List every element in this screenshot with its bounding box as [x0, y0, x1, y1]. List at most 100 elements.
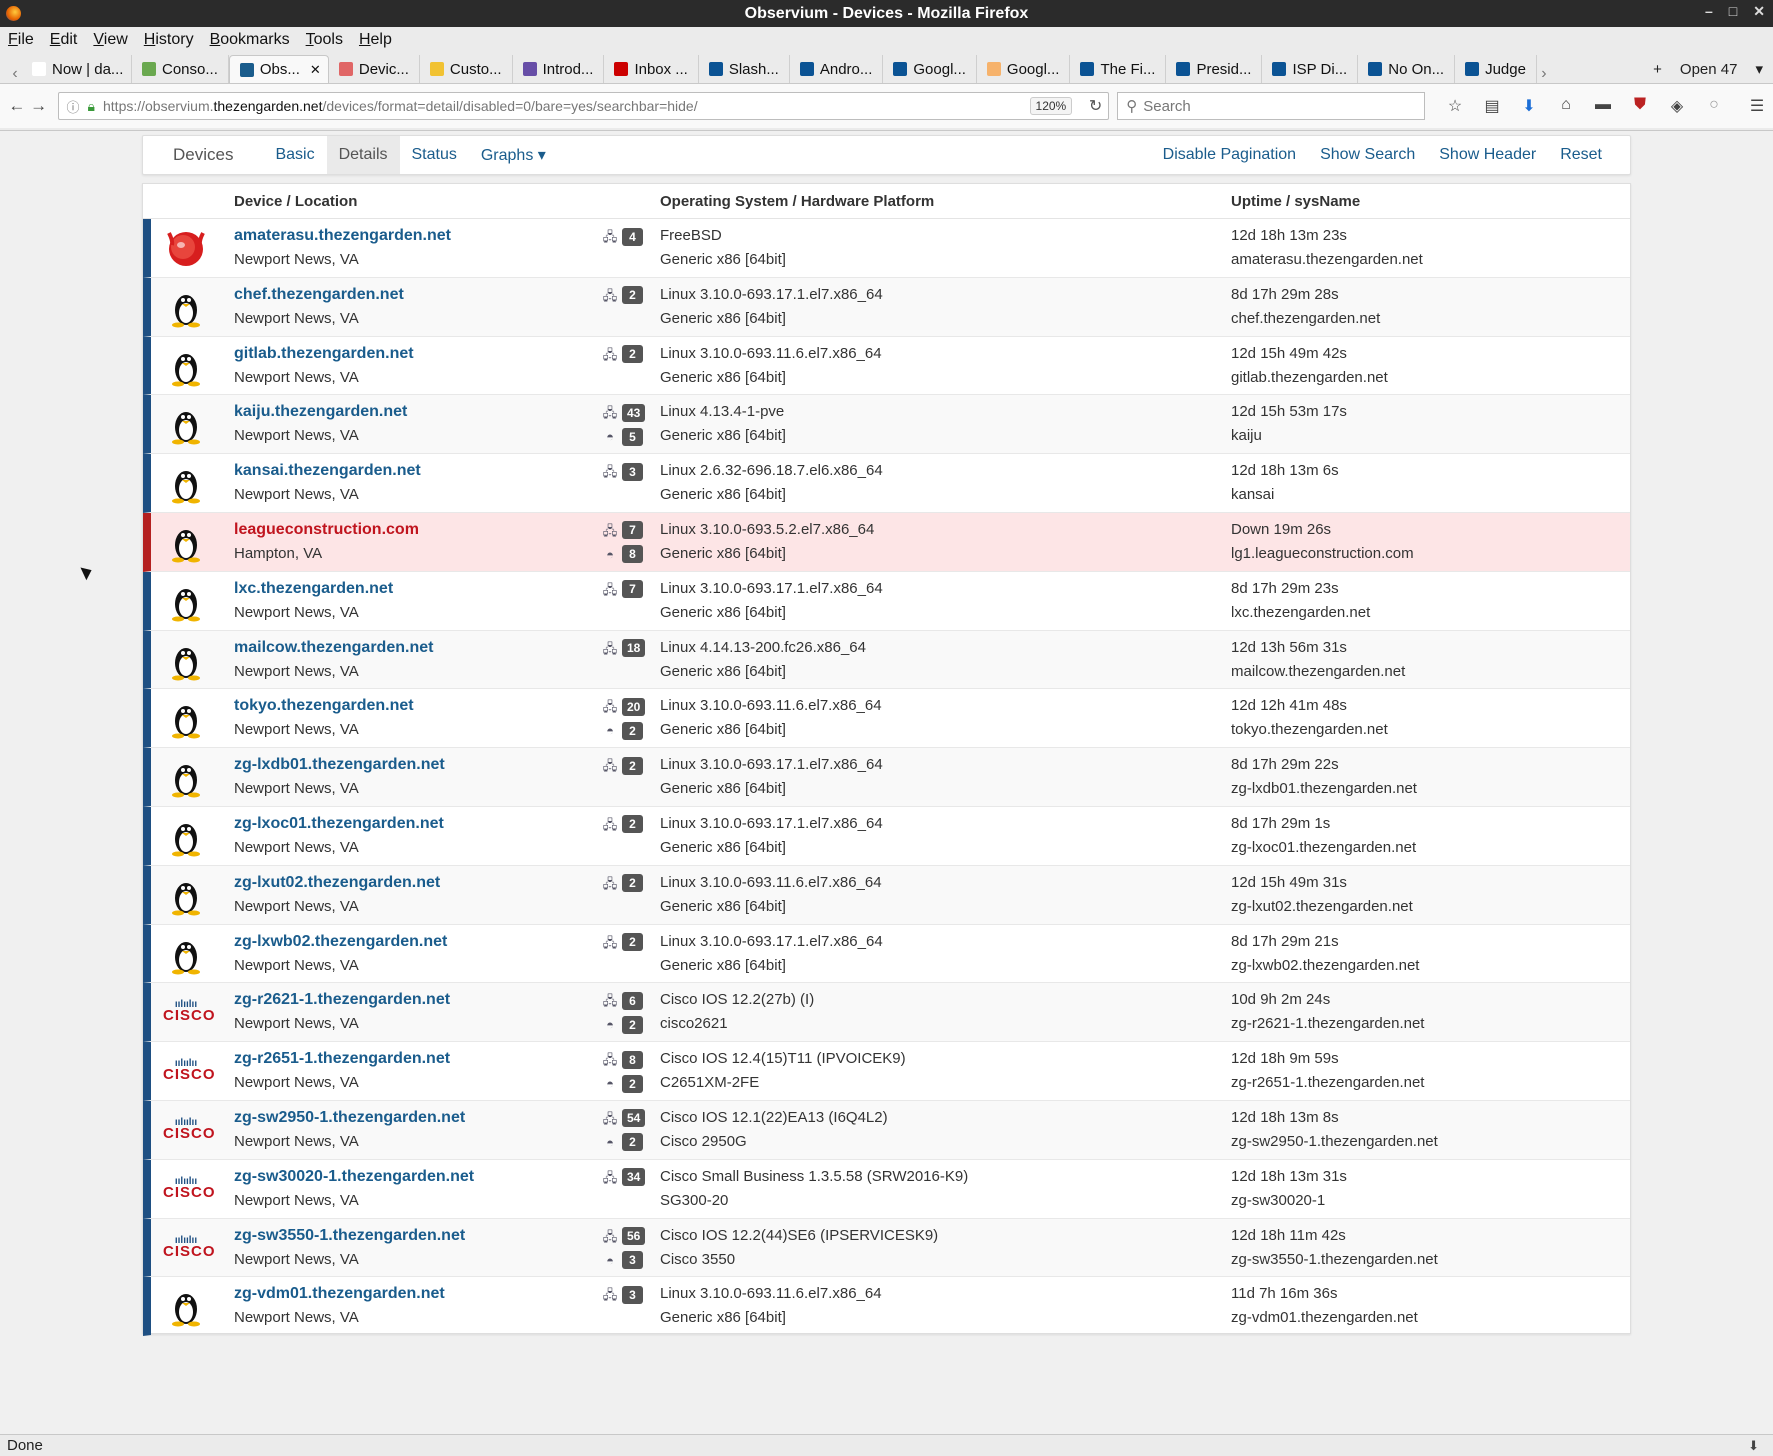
device-hostname-link[interactable]: zg-r2621-1.thezengarden.net [234, 991, 450, 1009]
menu-file[interactable]: File [8, 31, 34, 49]
ports-count[interactable]: 🖧︎ 20 [602, 696, 646, 717]
bookmark-star-icon[interactable]: ☆ [1445, 96, 1465, 116]
tab-scroll-right-icon[interactable]: › [1537, 65, 1551, 83]
table-row[interactable]: zg-lxwb02.thezengarden.net Newport News, … [143, 924, 1630, 984]
device-hostname-link[interactable]: zg-lxoc01.thezengarden.net [234, 815, 444, 833]
device-hostname-link[interactable]: leagueconstruction.com [234, 521, 419, 539]
tab-details[interactable]: Details [326, 136, 400, 174]
column-os[interactable]: Operating System / Hardware Platform [660, 193, 934, 210]
tab-overflow-button[interactable]: Open 47 [1680, 61, 1738, 78]
sensors-count[interactable]: ◓ 2 [602, 1132, 645, 1153]
column-device[interactable]: Device / Location [234, 193, 357, 210]
show-search-link[interactable]: Show Search [1308, 136, 1427, 174]
ports-count[interactable]: 🖧︎ 8 [602, 1049, 643, 1070]
browser-tab[interactable]: Now | da... [22, 55, 132, 83]
device-hostname-link[interactable]: mailcow.thezengarden.net [234, 639, 433, 657]
table-row[interactable]: zg-lxdb01.thezengarden.net Newport News, … [143, 748, 1630, 807]
home-icon[interactable]: ⌂ [1556, 96, 1576, 116]
table-row[interactable]: mailcow.thezengarden.net Newport News, VA… [143, 630, 1630, 690]
browser-tab[interactable]: Presid... [1166, 55, 1263, 83]
browser-tab[interactable]: Introd... [513, 55, 605, 83]
sensors-count[interactable]: ◓ 5 [602, 426, 645, 447]
browser-tab[interactable]: Inbox ... [604, 55, 699, 83]
browser-tab[interactable]: No On... [1358, 55, 1456, 83]
ports-count[interactable]: 🖧︎ 34 [602, 1167, 646, 1188]
tab-status[interactable]: Status [400, 136, 469, 174]
device-hostname-link[interactable]: gitlab.thezengarden.net [234, 345, 414, 363]
browser-tab[interactable]: Devic... [329, 55, 420, 83]
ports-count[interactable]: 🖧︎ 54 [602, 1108, 646, 1129]
device-hostname-link[interactable]: amaterasu.thezengarden.net [234, 227, 451, 245]
tab-scroll-left-icon[interactable]: ‹ [8, 65, 22, 83]
column-uptime[interactable]: Uptime / sysName [1231, 193, 1360, 210]
table-row[interactable]: kansai.thezengarden.net Newport News, VA 🖧… [143, 454, 1630, 513]
ports-count[interactable]: 🖧︎ 18 [602, 638, 646, 659]
table-row[interactable]: zg-lxut02.thezengarden.net Newport News, … [143, 865, 1630, 925]
browser-tab[interactable]: Judge [1455, 55, 1537, 83]
device-hostname-link[interactable]: zg-sw2950-1.thezengarden.net [234, 1109, 465, 1127]
navbar-brand[interactable]: Devices [143, 136, 263, 174]
table-row[interactable]: gitlab.thezengarden.net Newport News, VA 🖧… [143, 336, 1630, 396]
ports-count[interactable]: 🖧︎ 7 [602, 520, 643, 541]
ports-count[interactable]: 🖧︎ 56 [602, 1226, 646, 1247]
url-bar[interactable]: ⓘ 🔒︎ https://observium. thezengarden.net /… [57, 92, 1110, 120]
table-row[interactable]: ıılıılıı CISCO zg-r2621-1.thezengarden.net… [143, 983, 1630, 1043]
close-icon[interactable]: ✕ [1753, 3, 1765, 20]
forward-icon[interactable]: → [28, 96, 50, 116]
device-hostname-link[interactable]: chef.thezengarden.net [234, 286, 404, 304]
menu-view[interactable]: View [93, 31, 127, 49]
ports-count[interactable]: 🖧︎ 3 [602, 1284, 643, 1305]
chevron-down-icon[interactable]: ▾ [1755, 60, 1763, 78]
extension-icon[interactable]: ▬ [1593, 96, 1613, 116]
menu-bookmarks[interactable]: Bookmarks [210, 31, 290, 49]
ports-count[interactable]: 🖧︎ 2 [602, 285, 643, 306]
show-header-link[interactable]: Show Header [1427, 136, 1548, 174]
reload-icon[interactable]: ↻ [1089, 96, 1102, 116]
browser-tab[interactable]: Andro... [790, 55, 884, 83]
device-hostname-link[interactable]: zg-r2651-1.thezengarden.net [234, 1050, 450, 1068]
hamburger-menu-icon[interactable]: ☰ [1747, 96, 1767, 116]
ports-count[interactable]: 🖧︎ 7 [602, 579, 643, 600]
device-hostname-link[interactable]: zg-vdm01.thezengarden.net [234, 1285, 445, 1303]
menu-help[interactable]: Help [359, 31, 392, 49]
disable-pagination-link[interactable]: Disable Pagination [1151, 136, 1308, 174]
sync-icon[interactable]: ○ [1704, 96, 1724, 116]
table-row[interactable]: tokyo.thezengarden.net Newport News, VA 🖧︎… [143, 689, 1630, 749]
browser-tab[interactable]: Obs... ✕ [228, 55, 329, 83]
table-row[interactable]: ıılıılıı CISCO zg-sw3550-1.thezengarden.ne… [143, 1218, 1630, 1278]
ublock-icon[interactable]: ⛊ [1630, 96, 1650, 116]
ports-count[interactable]: 🖧︎ 2 [602, 932, 643, 953]
browser-tab[interactable]: The Fi... [1070, 55, 1167, 83]
browser-tab[interactable]: Googl... [977, 55, 1071, 83]
reset-link[interactable]: Reset [1548, 136, 1630, 174]
ports-count[interactable]: 🖧︎ 4 [602, 226, 643, 247]
sensors-count[interactable]: ◓ 2 [602, 1014, 643, 1035]
close-tab-icon[interactable]: ✕ [310, 62, 321, 78]
table-row[interactable]: ıılıılıı CISCO zg-sw30020-1.thezengarden.n… [143, 1159, 1630, 1219]
table-row[interactable]: zg-vdm01.thezengarden.net Newport News, V… [143, 1277, 1630, 1337]
menu-history[interactable]: History [144, 31, 194, 49]
ports-count[interactable]: 🖧︎ 2 [602, 873, 643, 894]
reading-list-icon[interactable]: ▤ [1482, 96, 1502, 116]
maximize-icon[interactable]: □ [1729, 3, 1737, 20]
device-hostname-link[interactable]: lxc.thezengarden.net [234, 580, 393, 598]
table-row[interactable]: leagueconstruction.com Hampton, VA 🖧︎ 7 ◓ 8 Li… [143, 512, 1630, 572]
ports-count[interactable]: 🖧︎ 43 [602, 402, 646, 423]
table-row[interactable]: chef.thezengarden.net Newport News, VA 🖧︎ 2… [143, 277, 1630, 337]
device-hostname-link[interactable]: tokyo.thezengarden.net [234, 697, 414, 715]
table-row[interactable]: amaterasu.thezengarden.net Newport News, … [143, 219, 1630, 278]
ports-count[interactable]: 🖧︎ 3 [602, 461, 643, 482]
table-row[interactable]: kaiju.thezengarden.net Newport News, VA 🖧︎… [143, 395, 1630, 455]
sensors-count[interactable]: ◓ 8 [602, 544, 643, 565]
device-hostname-link[interactable]: zg-lxwb02.thezengarden.net [234, 933, 447, 951]
device-hostname-link[interactable]: zg-lxut02.thezengarden.net [234, 874, 440, 892]
zoom-level[interactable]: 120% [1029, 97, 1073, 115]
device-hostname-link[interactable]: zg-sw30020-1.thezengarden.net [234, 1168, 474, 1186]
browser-tab[interactable]: Conso... [132, 55, 229, 83]
menu-tools[interactable]: Tools [306, 31, 343, 49]
ports-count[interactable]: 🖧︎ 6 [602, 990, 643, 1011]
minimize-icon[interactable]: – [1705, 3, 1713, 20]
sensors-count[interactable]: ◓ 2 [602, 1073, 643, 1094]
browser-tab[interactable]: Custo... [420, 55, 513, 83]
privacy-badger-icon[interactable]: ◈ [1667, 96, 1687, 116]
